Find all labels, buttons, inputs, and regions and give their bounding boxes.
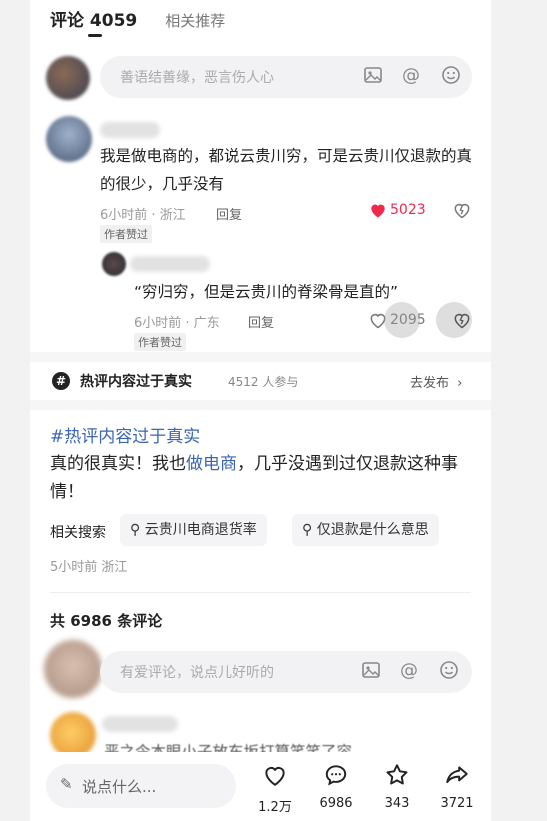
post-body: 真的很真实！我也做电商，几乎没遇到过仅退款这种事情！ (50, 450, 480, 506)
emoji-icon[interactable] (440, 65, 462, 87)
like-button[interactable]: 1.2万 (250, 762, 300, 815)
my-avatar (44, 640, 102, 698)
like-heart-icon[interactable] (368, 200, 388, 224)
search-icon: ⚲ (302, 522, 313, 538)
post-hashtag[interactable]: #热评内容过于真实 (50, 422, 200, 447)
commenter-avatar[interactable] (46, 116, 92, 162)
search-chip[interactable]: ⚲ 仅退款是什么意思 (292, 514, 439, 546)
section-divider (30, 352, 491, 362)
comment-bubble-icon (311, 762, 361, 794)
floating-circle-button[interactable] (384, 302, 420, 338)
publish-link[interactable]: 去发布 › (410, 372, 462, 391)
total-comments: 共 6986 条评论 (50, 612, 163, 630)
tab-comments[interactable]: 评论 4059 (50, 6, 137, 31)
say-something-label: 说点什么... (82, 778, 157, 796)
comment-text: 我是做电商的，都说云贵川穷，可是云贵川仅退款的真的很少，几乎没有 (100, 147, 473, 193)
reply-button[interactable]: 回复 (248, 312, 274, 331)
like-count: 1.2万 (258, 800, 292, 815)
post-body-link[interactable]: 做电商 (186, 454, 237, 474)
search-chip-label: 仅退款是什么意思 (316, 522, 429, 538)
at-icon[interactable]: @ (398, 660, 420, 682)
share-count: 3721 (440, 796, 474, 811)
dislike-heart-icon[interactable] (452, 200, 472, 224)
tab-related[interactable]: 相关推荐 (165, 10, 225, 31)
comment-count: 6986 (319, 796, 353, 811)
emoji-icon[interactable] (438, 660, 460, 682)
favorite-button[interactable]: 343 (372, 762, 422, 811)
topic-bar[interactable]: # 热评内容过于真实 4512 人参与 去发布 › (30, 362, 491, 400)
search-chip[interactable]: ⚲ 云贵川电商退货率 (120, 514, 267, 546)
publish-label: 去发布 (410, 376, 450, 391)
say-something-input[interactable]: ✎ 说点什么... (46, 764, 236, 808)
share-icon (432, 762, 482, 794)
reply-meta: 6小时前 · 广东 (134, 316, 220, 331)
commenter-name[interactable] (100, 122, 160, 138)
my-avatar (46, 56, 90, 100)
topic-participants: 4512 人参与 (228, 375, 299, 389)
dislike-heart-icon[interactable] (452, 310, 472, 334)
replier-avatar[interactable] (102, 252, 126, 276)
share-button[interactable]: 3721 (432, 762, 482, 811)
related-search-label: 相关搜索 (50, 525, 106, 541)
replier-name[interactable] (130, 256, 210, 272)
search-icon: ⚲ (130, 522, 141, 538)
divider-line (50, 592, 471, 593)
tab-bar: 评论 4059 相关推荐 (50, 6, 225, 31)
like-count: 5023 (390, 202, 426, 218)
favorite-count: 343 (384, 796, 410, 811)
chevron-right-icon: › (457, 376, 463, 391)
at-icon[interactable]: @ (400, 65, 422, 87)
comment-input[interactable]: 有爱评论，说点儿好听的 @ (100, 651, 472, 693)
topic-title: 热评内容过于真实 (80, 374, 192, 390)
author-liked-badge: 作者赞过 (100, 225, 152, 243)
heart-icon (250, 762, 300, 794)
comment-button[interactable]: 6986 (311, 762, 361, 811)
star-icon (372, 762, 422, 794)
comment-page: 评论 4059 相关推荐 善语结善缘，恶言伤人心 @ 我是做电商的，都说云贵川穷… (30, 0, 491, 821)
comment-input-placeholder: 有爱评论，说点儿好听的 (120, 665, 274, 681)
comment-meta: 6小时前 · 浙江 (100, 208, 186, 223)
search-chip-label: 云贵川电商退货率 (144, 522, 257, 538)
post-body-text: 真的很真实！我也 (50, 454, 186, 474)
section-divider (30, 400, 491, 410)
comment-input-placeholder: 善语结善缘，恶言伤人心 (120, 70, 274, 86)
reply-text: “穷归穷，但是云贵川的脊梁骨是直的” (134, 283, 399, 301)
reply-button[interactable]: 回复 (216, 204, 242, 223)
commenter-name[interactable] (102, 716, 178, 732)
image-icon[interactable] (362, 65, 384, 87)
hashtag-icon: # (52, 372, 70, 390)
tab-indicator (88, 34, 102, 37)
image-icon[interactable] (360, 660, 382, 682)
bottom-action-bar: ✎ 说点什么... 1.2万 6986 343 3721 (30, 752, 491, 821)
post-meta: 5小时前 浙江 (50, 560, 128, 575)
author-liked-badge: 作者赞过 (134, 333, 186, 351)
comment-input[interactable]: 善语结善缘，恶言伤人心 @ (100, 56, 472, 98)
pencil-icon: ✎ (60, 775, 73, 793)
